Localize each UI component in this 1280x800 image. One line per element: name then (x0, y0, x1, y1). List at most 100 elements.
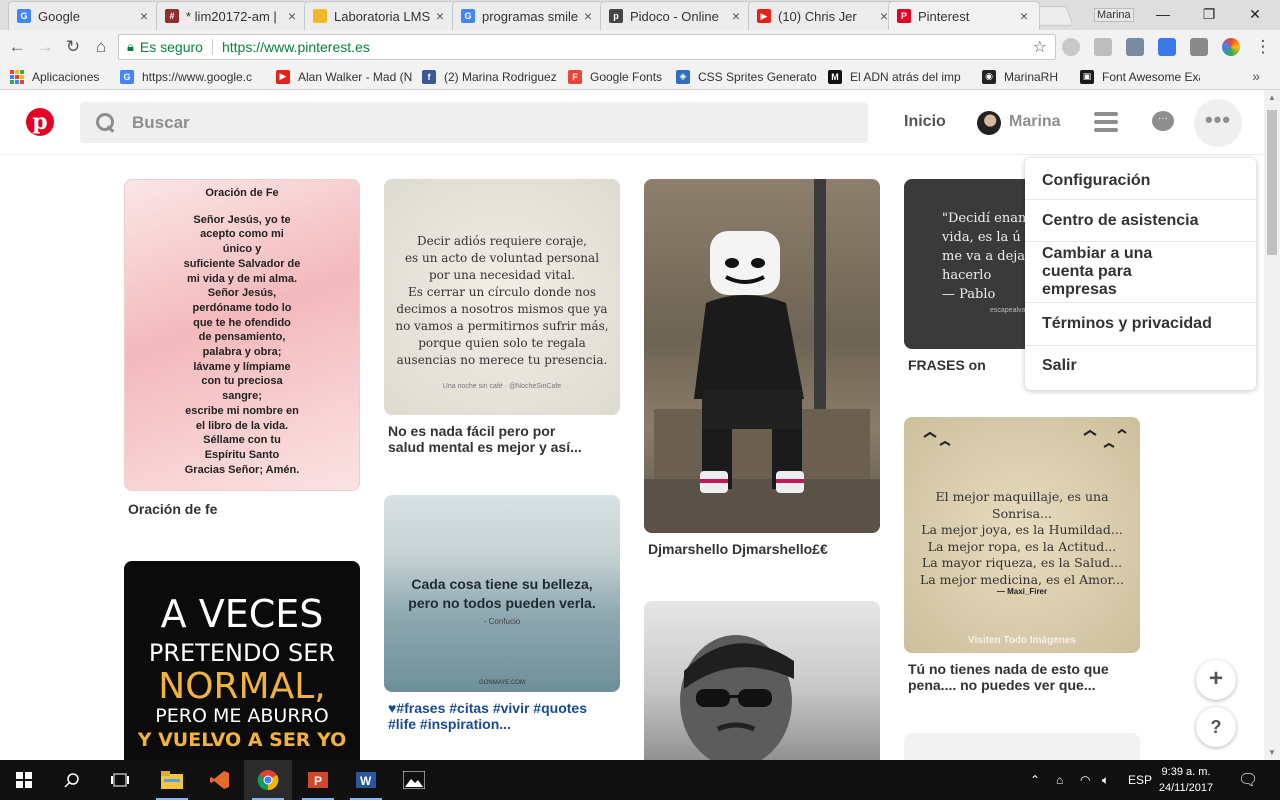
pin-caption-oracion[interactable]: Oración de fe (128, 501, 358, 517)
tab-close-icon[interactable]: × (433, 8, 447, 24)
help-button[interactable]: ? (1196, 707, 1236, 747)
pin-text-line: lávame y límpiame (193, 360, 291, 373)
messages-icon[interactable]: ··· (1152, 111, 1174, 131)
add-pin-button[interactable]: + (1196, 660, 1236, 700)
bookmark-item[interactable]: Ghttps://www.google.c (120, 69, 266, 84)
profile-name[interactable]: Marina (1094, 8, 1134, 22)
browser-tab[interactable]: Laboratoria LMS × (304, 1, 456, 30)
profile-link[interactable]: Marina (1009, 113, 1061, 131)
menu-item-settings[interactable]: Configuración (1025, 162, 1256, 199)
pin-image-portrait[interactable] (644, 601, 880, 760)
pin-watermark: escapealva (990, 307, 1026, 314)
pin-caption-marshmello[interactable]: Djmarshello Djmarshello£€ (648, 541, 878, 557)
search-icon[interactable] (48, 760, 96, 800)
tab-close-icon[interactable]: × (729, 8, 743, 24)
close-window-icon[interactable]: ✕ (1240, 4, 1270, 24)
wifi-icon[interactable]: ◠ (1080, 760, 1090, 800)
search-input[interactable] (132, 112, 732, 133)
cube-extension-icon[interactable] (1094, 38, 1112, 56)
bookmark-favicon-icon: ▣ (1080, 69, 1094, 84)
home-link[interactable]: Inicio (904, 113, 946, 131)
scrollbar-thumb[interactable] (1267, 110, 1277, 255)
apps-grid-icon (10, 69, 24, 84)
network-icon[interactable]: ⌂ (1056, 760, 1063, 800)
browser-tab[interactable]: ▶ (10) Chris Jer × (748, 1, 900, 30)
tab-close-icon[interactable]: × (581, 8, 595, 24)
windows-start-icon[interactable] (0, 760, 48, 800)
browser-tab[interactable]: # * lim20172-am | × (156, 1, 308, 30)
browser-tab[interactable]: p Pidoco - Online × (600, 1, 752, 30)
pin-image-a-veces[interactable]: A VECES PRETENDO SER NORMAL, PERO ME ABU… (124, 561, 360, 760)
more-options-button[interactable]: ••• (1194, 99, 1242, 147)
pin-image-partial[interactable] (904, 733, 1140, 760)
menu-item-business-account[interactable]: Cambiar a una cuenta para empresas (1025, 242, 1225, 302)
bookmark-item[interactable]: Aplicaciones (10, 69, 110, 84)
pin-image-maquillaje[interactable]: El mejor maquillaje, es una Sonrisa... La… (904, 417, 1140, 653)
tab-close-icon[interactable]: × (137, 8, 151, 24)
menu-lines-icon[interactable] (1094, 112, 1118, 132)
bookmark-item[interactable]: M El ADN atrás del imp (828, 69, 972, 84)
menu-item-help-center[interactable]: Centro de asistencia (1025, 200, 1256, 241)
visual-studio-icon[interactable] (196, 760, 244, 800)
pin-watermark: GONMAYE.COM (479, 680, 525, 686)
pin-caption-maquillaje[interactable]: Tú no tienes nada de esto que pena.... n… (908, 661, 1138, 693)
pinterest-logo-icon[interactable]: p (26, 108, 54, 136)
maximize-icon[interactable]: ❐ (1194, 4, 1224, 24)
forward-icon[interactable]: → (34, 36, 56, 58)
address-bar[interactable]: 🔒︎ Es seguro https://www.pinterest.es ☆ (118, 34, 1056, 60)
pin-watermark: Una noche sin café · @NocheSinCafe (442, 383, 562, 390)
pin-caption-hashtags[interactable]: ♥#frases #citas #vivir #quotes #life #in… (388, 700, 618, 732)
page-scrollbar[interactable]: ▲ ▼ (1264, 90, 1280, 760)
home-icon[interactable]: ⌂ (90, 36, 112, 58)
show-hidden-icons[interactable]: ⌃ (1030, 760, 1040, 800)
chrome-icon[interactable] (244, 760, 292, 800)
browser-tab[interactable]: Gprogramas smile × (452, 1, 604, 30)
notifications-icon[interactable]: 🗨︎ (1238, 760, 1258, 800)
file-explorer-icon[interactable] (148, 760, 196, 800)
menu-item-logout[interactable]: Salir (1025, 346, 1256, 386)
menu-item-terms-privacy[interactable]: Términos y privacidad (1025, 303, 1256, 345)
photos-icon[interactable] (390, 760, 438, 800)
volume-icon[interactable]: 🔈︎ (1102, 760, 1109, 800)
skype-extension-icon[interactable] (1062, 38, 1080, 56)
tab-favicon-icon (313, 9, 327, 23)
word-icon[interactable]: W (342, 760, 390, 800)
pin-image-decir-adios[interactable]: Decir adiós requiere coraje, es un acto d… (384, 179, 620, 415)
clock[interactable]: 9:39 a. m. 24/11/2017 (1158, 764, 1214, 796)
url-text[interactable]: https://www.pinterest.es (222, 39, 370, 55)
pin-text-line: es un acto de voluntad personal (404, 251, 600, 265)
avatar[interactable] (977, 111, 1001, 135)
more-bookmarks-icon[interactable]: » (1252, 68, 1260, 84)
powerpoint-icon[interactable]: P (294, 760, 342, 800)
pin-image-marshmello[interactable] (644, 179, 880, 533)
browser-tab[interactable]: P Pinterest × (888, 1, 1040, 30)
back-icon[interactable]: ← (6, 36, 28, 58)
scroll-up-icon[interactable]: ▲ (1268, 93, 1276, 102)
color-extension-icon[interactable] (1222, 38, 1240, 56)
search-bar[interactable] (80, 102, 868, 143)
bookmark-label: CSS Sprites Generato (698, 69, 817, 84)
colorpicker-extension-icon[interactable] (1158, 38, 1176, 56)
reload-icon[interactable]: ↻ (62, 36, 84, 58)
task-view-icon[interactable] (96, 760, 144, 800)
minimize-icon[interactable]: — (1148, 4, 1178, 24)
bookmark-item[interactable]: ◉ MarinaRH (982, 69, 1070, 84)
bookmark-item[interactable]: ◈ CSS Sprites Generato (676, 69, 818, 84)
tab-close-icon[interactable]: × (1017, 8, 1031, 24)
bookmark-item[interactable]: ▶ Alan Walker - Mad (N (276, 69, 412, 84)
bookmark-star-icon[interactable]: ☆ (1033, 37, 1047, 57)
pin-caption-decir-adios[interactable]: No es nada fácil pero por salud mental e… (388, 423, 618, 455)
menu-kebab-icon[interactable]: ⋮ (1252, 36, 1274, 58)
tab-close-icon[interactable]: × (285, 8, 299, 24)
camera-extension-icon[interactable] (1190, 38, 1208, 56)
language-indicator[interactable]: ESP (1128, 760, 1152, 800)
eyedropper-extension-icon[interactable] (1126, 38, 1144, 56)
browser-tab[interactable]: G Google × (8, 1, 160, 30)
pin-image-oracion[interactable]: Oración de Fe Señor Jesús, yo te acepto co… (124, 179, 360, 491)
scroll-down-icon[interactable]: ▼ (1268, 748, 1276, 757)
bookmark-item[interactable]: F Google Fonts (568, 69, 666, 84)
pin-image-belleza[interactable]: Cada cosa tiene su belleza, pero no todos… (384, 495, 620, 692)
bookmark-item[interactable]: ▣ Font Awesome Exam (1080, 69, 1200, 84)
bookmark-item[interactable]: f (2) Marina Rodriguez (422, 69, 558, 84)
pin-text-line: La mejor joya, es la Humildad... (921, 522, 1123, 537)
